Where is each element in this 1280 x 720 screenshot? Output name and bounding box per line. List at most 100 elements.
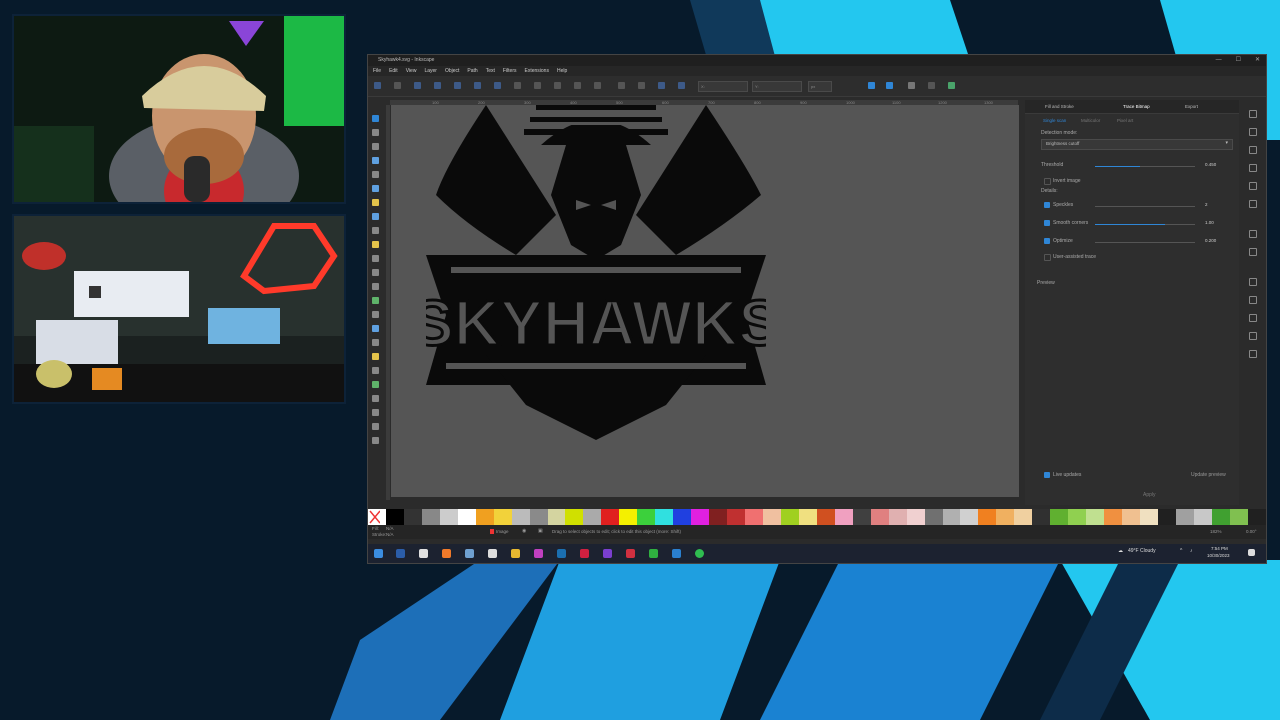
menu-text[interactable]: Text [486, 66, 495, 76]
xbox-icon[interactable] [649, 549, 658, 558]
app-icon[interactable] [465, 549, 474, 558]
color-swatch[interactable] [601, 509, 620, 525]
layer-indicator[interactable]: Image [496, 529, 509, 534]
steam-icon[interactable] [557, 549, 566, 558]
tab-trace-bitmap[interactable]: Trace Bitmap [1123, 104, 1150, 109]
color-swatch[interactable] [403, 509, 422, 525]
align-icon[interactable] [514, 82, 521, 89]
measure-tool-icon[interactable] [372, 171, 379, 178]
mesh-tool-icon[interactable] [372, 353, 379, 360]
stroke-indicator[interactable]: N/A [386, 532, 394, 537]
color-swatch[interactable] [421, 509, 440, 525]
obs-icon[interactable] [603, 549, 612, 558]
fill-indicator[interactable]: N/A [386, 526, 394, 531]
color-swatch[interactable] [762, 509, 781, 525]
color-swatch[interactable] [1104, 509, 1123, 525]
firefox-icon[interactable] [442, 549, 451, 558]
lock-icon[interactable] [658, 82, 665, 89]
link-icon[interactable] [678, 82, 685, 89]
color-swatch[interactable] [1175, 509, 1194, 525]
copy-icon[interactable] [1249, 278, 1257, 286]
app-icon[interactable] [534, 549, 543, 558]
clock-date[interactable]: 10/30/2023 [1207, 553, 1230, 558]
color-swatch[interactable] [996, 509, 1015, 525]
optimize-checkbox[interactable] [1044, 238, 1050, 244]
speckles-checkbox[interactable] [1044, 202, 1050, 208]
close-button[interactable]: ✕ [1255, 55, 1260, 66]
open-file-icon[interactable] [1249, 128, 1257, 136]
color-swatch[interactable] [457, 509, 476, 525]
spotify-icon[interactable] [695, 549, 704, 558]
color-swatch[interactable] [780, 509, 799, 525]
shape-builder-icon[interactable] [372, 423, 379, 430]
spiral-tool-icon[interactable] [372, 227, 379, 234]
save-icon[interactable] [1249, 146, 1257, 154]
invert-image-checkbox[interactable] [1044, 178, 1051, 185]
color-swatch[interactable] [942, 509, 961, 525]
rectangle-tool-icon[interactable] [372, 185, 379, 192]
menu-file[interactable]: File [373, 66, 381, 76]
pencil-tool-icon[interactable] [372, 241, 379, 248]
color-swatch[interactable] [1032, 509, 1051, 525]
color-swatch[interactable] [924, 509, 943, 525]
start-icon[interactable] [374, 549, 383, 558]
weather-icon[interactable]: ☁ [1118, 548, 1123, 554]
raise-icon[interactable] [474, 82, 481, 89]
rotate-icon[interactable] [414, 82, 421, 89]
color-swatch[interactable] [691, 509, 710, 525]
selector-tool-icon[interactable] [372, 115, 379, 122]
color-swatch[interactable] [709, 509, 728, 525]
color-swatch[interactable] [745, 509, 763, 525]
text-tool-icon[interactable] [372, 283, 379, 290]
eraser-tool-icon[interactable] [372, 311, 379, 318]
snap-popover-icon[interactable] [886, 82, 893, 89]
check-icon[interactable] [948, 82, 955, 89]
menu-view[interactable]: View [406, 66, 417, 76]
user-assisted-checkbox[interactable] [1044, 254, 1051, 261]
x-coordinate-field[interactable]: X: [698, 81, 748, 92]
menu-extensions[interactable]: Extensions [525, 66, 549, 76]
clock-time[interactable]: 7:54 PM [1211, 546, 1228, 551]
color-swatch[interactable] [655, 509, 674, 525]
color-swatch[interactable] [565, 509, 584, 525]
dropper-tool-icon[interactable] [372, 367, 379, 374]
file-explorer-icon[interactable] [511, 549, 520, 558]
distribute-icon[interactable] [534, 82, 541, 89]
speckles-slider[interactable] [1095, 206, 1195, 207]
transform-icon[interactable] [594, 82, 601, 89]
color-swatch[interactable] [960, 509, 979, 525]
hand-tool-icon[interactable] [372, 437, 379, 444]
node-tool-icon[interactable] [372, 129, 379, 136]
snap-icon[interactable] [638, 82, 645, 89]
pen-tool-icon[interactable] [372, 255, 379, 262]
color-swatch[interactable] [1139, 509, 1158, 525]
task-view-icon[interactable] [419, 549, 428, 558]
lock-status-icon[interactable]: ▣ [538, 528, 543, 534]
color-swatch[interactable] [870, 509, 889, 525]
flip-vertical-icon[interactable] [454, 82, 461, 89]
tweak-tool-icon[interactable] [372, 143, 379, 150]
subtab-pixel-art[interactable]: Pixel art [1117, 118, 1133, 123]
speckles-value[interactable]: 2 [1205, 202, 1208, 207]
bucket-tool-icon[interactable] [372, 325, 379, 332]
menu-path[interactable]: Path [467, 66, 477, 76]
circle-tool-icon[interactable] [372, 213, 379, 220]
color-swatch[interactable] [529, 509, 548, 525]
undo-icon[interactable] [1249, 230, 1257, 238]
color-swatch[interactable] [978, 509, 997, 525]
detection-mode-select[interactable]: Brightness cutoff ▾ [1041, 139, 1233, 150]
redo-icon[interactable] [1249, 248, 1257, 256]
tab-fill-and-stroke[interactable]: Fill and Stroke [1045, 104, 1074, 109]
delete-icon[interactable] [1249, 332, 1257, 340]
notifications-icon[interactable] [1248, 549, 1255, 556]
connector-tool-icon[interactable] [372, 381, 379, 388]
pages-tool-icon[interactable] [372, 409, 379, 416]
star-tool-icon[interactable] [372, 199, 379, 206]
update-preview-button[interactable]: Update preview [1191, 472, 1226, 478]
color-swatch[interactable] [1086, 509, 1105, 525]
select-all-icon[interactable] [374, 82, 381, 89]
apply-button[interactable]: Apply [1143, 492, 1156, 498]
path-op-icon[interactable] [618, 82, 625, 89]
zoom-tool-icon[interactable] [372, 157, 379, 164]
color-swatch[interactable] [1247, 509, 1266, 525]
